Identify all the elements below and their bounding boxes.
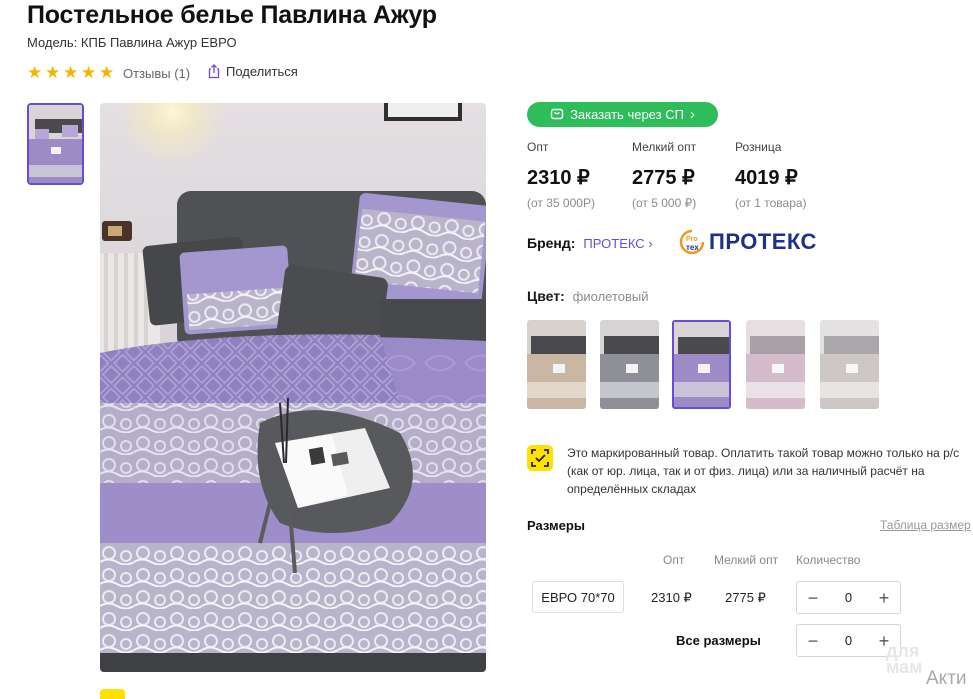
column-header-quantity: Количество — [796, 553, 861, 567]
price-value: 4019 ₽ — [735, 167, 798, 189]
chevron-right-icon: › — [648, 235, 653, 251]
svg-text:тех: тех — [686, 243, 699, 252]
marking-notice: Это маркированный товар. Оплатить такой … — [567, 446, 960, 496]
star-icon: ★ — [27, 63, 43, 82]
model-label: Модель: — [27, 35, 78, 50]
star-icon: ★ — [99, 63, 115, 82]
share-button[interactable]: Поделиться — [207, 64, 298, 79]
order-via-sp-button[interactable]: Заказать через СП › — [527, 102, 718, 127]
minus-icon[interactable]: − — [803, 588, 823, 608]
star-icon: ★ — [63, 63, 79, 82]
rating: ★ ★ ★ ★ ★ Отзывы (1) — [27, 64, 190, 82]
product-thumbnail[interactable] — [27, 103, 84, 185]
reviews-link[interactable]: Отзывы (1) — [123, 66, 190, 81]
color-swatch-purple[interactable] — [672, 320, 731, 409]
size-price-opt: 2310 ₽ — [651, 590, 692, 605]
brand-logo-text: ПРОТЕКС — [709, 229, 817, 254]
thumbnail-image — [29, 105, 82, 183]
price-label: Мелкий опт — [632, 140, 697, 154]
share-icon — [207, 64, 221, 79]
chevron-right-icon: › — [689, 106, 695, 123]
product-model: Модель: КПБ Павлина Ажур ЕВРО — [27, 35, 237, 50]
price-note: (от 1 товара) — [735, 196, 807, 210]
color-swatch-grey[interactable] — [600, 320, 659, 409]
activate-windows-text: Акти — [926, 668, 967, 689]
star-icon: ★ — [81, 63, 97, 82]
all-sizes-label: Все размеры — [676, 633, 761, 648]
price-note: (от 5 000 ₽) — [632, 196, 697, 210]
order-via-sp-label: Заказать через СП — [570, 107, 684, 122]
color-swatch-light-grey[interactable] — [820, 320, 879, 409]
color-row: Цвет: фиолетовый — [527, 288, 649, 304]
price-value: 2310 ₽ — [527, 167, 590, 189]
marking-icon-bottom — [100, 689, 125, 699]
brand-row: Бренд: ПРОТЕКС › — [527, 235, 653, 251]
price-retail: Розница 4019 ₽ (от 1 товара) — [735, 140, 807, 210]
column-header-small-opt: Мелкий опт — [714, 553, 779, 567]
cart-icon — [550, 106, 564, 123]
share-label: Поделиться — [226, 64, 298, 79]
watermark-line2: мам — [886, 657, 923, 677]
color-label: Цвет: — [527, 288, 565, 304]
price-value: 2775 ₽ — [632, 167, 695, 189]
brand-link[interactable]: ПРОТЕКС › — [583, 236, 652, 251]
color-swatch-beige[interactable] — [527, 320, 586, 409]
brand-logo[interactable]: Pro тех ПРОТЕКС — [678, 229, 817, 255]
product-main-image[interactable] — [100, 103, 486, 672]
model-value: КПБ Павлина Ажур ЕВРО — [80, 35, 237, 50]
price-label: Розница — [735, 140, 782, 154]
brand-logo-emblem: Pro тех — [679, 229, 705, 255]
svg-text:Pro: Pro — [686, 236, 698, 243]
all-sizes-quantity-value[interactable]: 0 — [845, 633, 852, 648]
price-wholesale: Опт 2310 ₽ (от 35 000Р) — [527, 140, 595, 210]
color-swatch-pink[interactable] — [746, 320, 805, 409]
color-value: фиолетовый — [572, 289, 649, 304]
size-price-small-opt: 2775 ₽ — [725, 590, 766, 605]
minus-icon[interactable]: − — [803, 631, 823, 651]
price-small-wholesale: Мелкий опт 2775 ₽ (от 5 000 ₽) — [632, 140, 696, 210]
quantity-value[interactable]: 0 — [845, 590, 852, 605]
sizes-heading: Размеры — [527, 518, 585, 533]
quantity-stepper: − 0 + — [796, 581, 901, 614]
price-label: Опт — [527, 140, 549, 154]
product-title: Постельное белье Павлина Ажур — [27, 1, 437, 29]
brand-label: Бренд: — [527, 235, 576, 251]
brand-name: ПРОТЕКС — [583, 235, 645, 251]
plus-icon[interactable]: + — [874, 588, 894, 608]
star-icon: ★ — [45, 63, 61, 82]
price-note: (от 35 000Р) — [527, 196, 595, 210]
column-header-opt: Опт — [663, 553, 685, 567]
bedding-photo — [100, 103, 486, 672]
marking-icon — [527, 445, 553, 471]
size-table-link[interactable]: Таблица размер — [880, 518, 971, 532]
size-chip[interactable]: ЕВРО 70*70 — [532, 581, 624, 613]
watermark-logo: для мам — [886, 642, 923, 677]
